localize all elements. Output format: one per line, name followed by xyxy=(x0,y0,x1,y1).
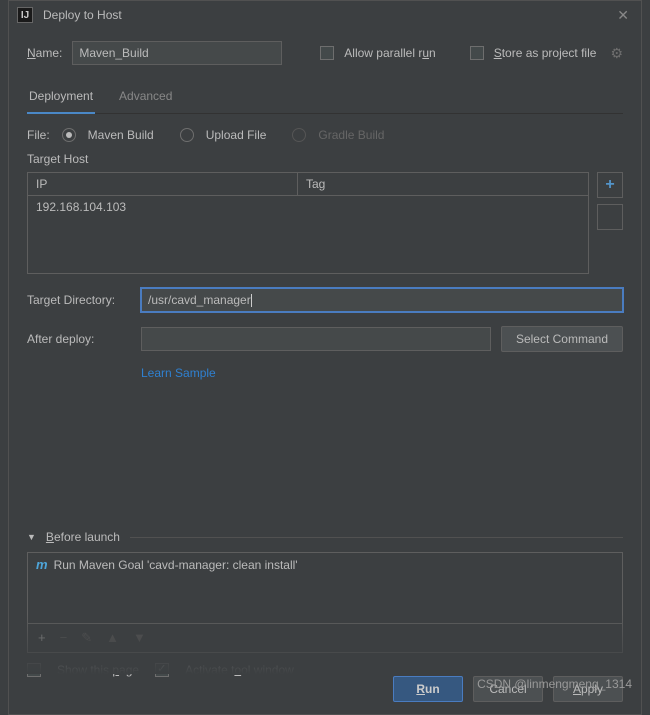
gear-icon[interactable]: ⚙ xyxy=(610,45,623,62)
show-page-label: Show this page xyxy=(57,663,139,677)
before-launch-list[interactable]: m Run Maven Goal 'cavd-manager: clean in… xyxy=(27,552,623,624)
remove-task-icon[interactable]: − xyxy=(60,630,68,646)
delete-host-button[interactable] xyxy=(597,204,623,230)
watermark: CSDN @linmengmeng_1314 xyxy=(477,677,632,691)
cell-ip: 192.168.104.103 xyxy=(28,196,298,218)
name-label: Name: xyxy=(27,46,62,60)
maven-icon: m xyxy=(36,557,48,572)
after-deploy-input[interactable] xyxy=(141,327,491,351)
name-input[interactable] xyxy=(72,41,282,65)
target-dir-input[interactable]: /usr/cavd_manager xyxy=(141,288,623,312)
table-row[interactable]: 192.168.104.103 xyxy=(28,196,588,218)
tabs: Deployment Advanced xyxy=(27,83,623,114)
file-label: File: xyxy=(27,128,50,142)
th-tag: Tag xyxy=(298,173,588,195)
before-launch-label: Before launch xyxy=(46,530,120,544)
radio-gradle-label: Gradle Build xyxy=(318,128,384,142)
allow-parallel-checkbox[interactable] xyxy=(320,46,334,60)
run-button[interactable]: Run xyxy=(393,676,463,702)
move-up-icon[interactable]: ▲ xyxy=(106,630,119,646)
store-project-checkbox[interactable] xyxy=(470,46,484,60)
activate-tool-checkbox[interactable] xyxy=(155,663,169,677)
learn-sample-link[interactable]: Learn Sample xyxy=(141,366,216,380)
add-host-button[interactable]: + xyxy=(597,172,623,198)
tab-advanced[interactable]: Advanced xyxy=(117,83,174,113)
th-ip: IP xyxy=(28,173,298,195)
target-dir-label: Target Directory: xyxy=(27,293,131,307)
radio-maven-label: Maven Build xyxy=(88,128,154,142)
edit-task-icon[interactable]: ✎ xyxy=(81,630,92,646)
move-down-icon[interactable]: ▼ xyxy=(133,630,146,646)
add-task-icon[interactable]: + xyxy=(38,630,46,646)
radio-upload-file[interactable] xyxy=(180,128,194,142)
tab-deployment[interactable]: Deployment xyxy=(27,83,95,113)
titlebar: IJ Deploy to Host ✕ xyxy=(9,1,641,29)
goal-text: Run Maven Goal 'cavd-manager: clean inst… xyxy=(54,558,298,572)
list-toolbar: + − ✎ ▲ ▼ xyxy=(27,624,623,653)
select-command-button[interactable]: Select Command xyxy=(501,326,623,352)
show-page-checkbox[interactable] xyxy=(27,663,41,677)
after-deploy-label: After deploy: xyxy=(27,332,131,346)
app-icon: IJ xyxy=(17,7,33,23)
cell-tag xyxy=(298,196,314,218)
list-item[interactable]: m Run Maven Goal 'cavd-manager: clean in… xyxy=(28,553,622,576)
host-table[interactable]: IP Tag 192.168.104.103 xyxy=(27,172,589,274)
activate-tool-label: Activate tool window xyxy=(185,663,294,677)
dialog-window: IJ Deploy to Host ✕ Name: Allow parallel… xyxy=(8,0,642,715)
collapse-icon[interactable]: ▼ xyxy=(27,532,36,542)
close-icon[interactable]: ✕ xyxy=(613,7,633,24)
allow-parallel-label: Allow parallel run xyxy=(344,46,435,60)
radio-gradle-build[interactable] xyxy=(292,128,306,142)
target-host-label: Target Host xyxy=(27,152,623,166)
radio-upload-label: Upload File xyxy=(206,128,267,142)
trash-icon xyxy=(603,210,617,224)
plus-icon: + xyxy=(605,176,614,194)
radio-maven-build[interactable] xyxy=(62,128,76,142)
window-title: Deploy to Host xyxy=(43,8,613,22)
store-project-label: Store as project file xyxy=(494,46,597,60)
